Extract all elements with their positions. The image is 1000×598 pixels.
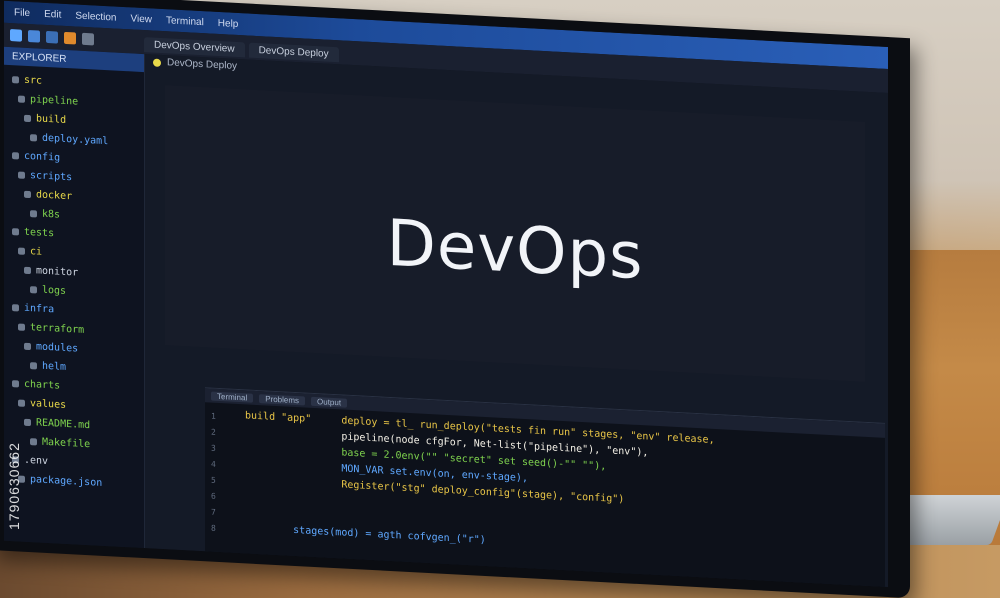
sidebar-item-label: pipeline: [30, 93, 79, 108]
explorer-icon[interactable]: [10, 29, 22, 42]
extensions-icon[interactable]: [82, 32, 94, 46]
line-number: 5: [211, 475, 216, 485]
file-icon: [12, 75, 19, 84]
sidebar-item-label: build: [36, 112, 67, 126]
tab-terminal[interactable]: Terminal: [211, 391, 254, 403]
editor-tab[interactable]: DevOps Deploy: [153, 57, 237, 72]
file-icon: [30, 437, 37, 445]
sidebar-item-label: ci: [30, 245, 43, 258]
code-block: build "app" deploy = tl_ run_deploy("tes…: [245, 408, 875, 569]
run-icon[interactable]: [64, 31, 76, 45]
file-icon: [30, 361, 37, 369]
sidebar-item-label: docker: [36, 188, 73, 202]
file-icon: [30, 285, 37, 293]
sidebar-item-label: Makefile: [42, 436, 91, 450]
laptop-screen-bezel: File Edit Selection View Terminal Help D…: [0, 0, 910, 598]
sidebar-item-label: k8s: [42, 208, 61, 221]
stock-watermark: 1790630662: [6, 442, 22, 530]
line-gutter: 1 2 3 4 5 6 7 8: [211, 409, 241, 539]
editor-tab-label: DevOps Deploy: [167, 57, 238, 72]
file-icon: [30, 209, 37, 217]
sidebar-item-label: scripts: [30, 169, 73, 183]
title-panel: DevOps: [165, 85, 865, 382]
screen: File Edit Selection View Terminal Help D…: [4, 0, 888, 588]
line-number: 6: [211, 491, 216, 501]
search-icon[interactable]: [28, 29, 40, 43]
menu-selection[interactable]: Selection: [75, 10, 116, 23]
sidebar-item-label: modules: [36, 340, 79, 355]
sidebar-item-label: deploy.yaml: [42, 132, 109, 147]
file-icon: [18, 246, 25, 255]
line-number: 1: [211, 411, 216, 421]
line-number: 7: [211, 507, 216, 517]
sidebar-item-label: config: [24, 150, 61, 164]
file-icon: [12, 227, 19, 236]
file-icon: [18, 94, 25, 103]
file-icon: [24, 266, 31, 274]
sidebar-item-label: terraform: [30, 321, 85, 336]
sidebar-item-label: logs: [42, 284, 67, 297]
file-icon: [24, 114, 31, 122]
menu-edit[interactable]: Edit: [44, 8, 61, 20]
tab-deploy[interactable]: DevOps Deploy: [248, 42, 339, 62]
file-icon: [12, 151, 19, 160]
tab-overview[interactable]: DevOps Overview: [144, 36, 245, 57]
sidebar-item-label: package.json: [30, 473, 103, 489]
file-icon: [153, 58, 161, 67]
menu-terminal[interactable]: Terminal: [166, 15, 204, 28]
sidebar-item-label: src: [24, 74, 43, 87]
sidebar-item-label: README.md: [36, 416, 91, 431]
editor-area: DevOps Deploy DevOps Terminal Problems O…: [145, 54, 888, 588]
tab-problems[interactable]: Problems: [259, 393, 306, 406]
sidebar-item-label: tests: [24, 226, 55, 239]
sidebar-item-label: monitor: [36, 264, 79, 279]
line-number: 4: [211, 459, 216, 469]
hero-title: DevOps: [386, 206, 644, 295]
line-number: 3: [211, 443, 216, 453]
menu-help[interactable]: Help: [218, 17, 239, 29]
file-icon: [30, 133, 37, 141]
line-number: 8: [211, 523, 216, 533]
source-control-icon[interactable]: [46, 30, 58, 44]
tab-output[interactable]: Output: [311, 396, 348, 408]
file-icon: [24, 190, 31, 198]
sidebar-item-label: helm: [42, 360, 67, 373]
menu-view[interactable]: View: [131, 13, 153, 25]
terminal-panel: Terminal Problems Output 1 2 3 4 5 6 7 8 build …: [205, 387, 885, 588]
line-number: 2: [211, 427, 216, 437]
file-icon: [18, 170, 25, 179]
sidebar-item-label: values: [30, 397, 67, 411]
menu-file[interactable]: File: [14, 7, 30, 19]
